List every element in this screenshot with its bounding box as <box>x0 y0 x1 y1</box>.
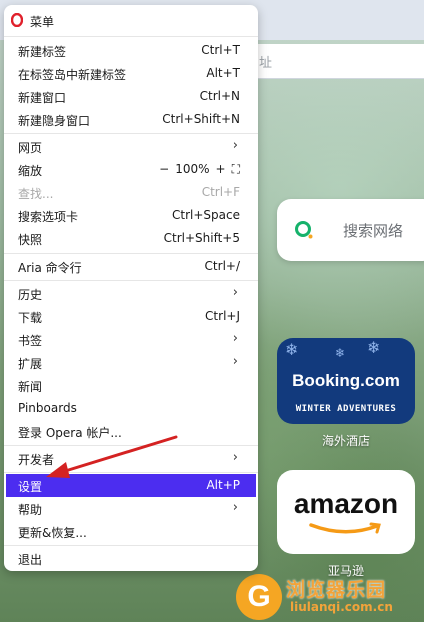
menu-item-label: 快照 <box>18 233 43 247</box>
menu-item-help[interactable]: 帮助 › <box>4 497 258 520</box>
zoom-out-button[interactable]: − <box>159 162 169 177</box>
menu-item-find: 查找... Ctrl+F <box>4 181 258 204</box>
menu-item-label: 新闻 <box>18 380 43 394</box>
menu-item-label: 查找... <box>18 187 54 201</box>
chevron-right-icon: › <box>232 331 238 346</box>
menu-item-label: 开发者 <box>18 453 55 467</box>
menu-item-news[interactable]: 新闻 <box>4 374 258 397</box>
menu-item-shortcut: Ctrl+Shift+5 <box>163 231 240 245</box>
menu-item-label: 在标签岛中新建标签 <box>18 68 127 82</box>
tile-subtitle: WINTER ADVENTURES <box>295 404 397 414</box>
chevron-right-icon: › <box>232 285 238 300</box>
menu-item-search-tabs[interactable]: 搜索选项卡 Ctrl+Space <box>4 204 258 227</box>
snowflake-icon: ❄ <box>335 346 346 360</box>
address-placeholder-tail: 址 <box>259 56 273 71</box>
search-placeholder: 搜索网络 <box>343 222 404 240</box>
menu-item-shortcut: Ctrl+T <box>201 43 240 57</box>
menu-item-label: Pinboards <box>18 401 77 415</box>
menu-item-label: 搜索选项卡 <box>18 210 79 224</box>
snowflake-icon: ❄ <box>285 340 299 359</box>
menu-divider <box>4 472 258 473</box>
menu-title: 菜单 <box>30 15 55 29</box>
search-icon <box>295 221 313 239</box>
menu-divider <box>4 445 258 446</box>
menu-item-label: 设置 <box>18 480 43 494</box>
menu-item-new-private-window[interactable]: 新建隐身窗口 Ctrl+Shift+N <box>4 108 258 131</box>
menu-item-aria-command-line[interactable]: Aria 命令行 Ctrl+/ <box>4 255 258 278</box>
menu-item-new-window[interactable]: 新建窗口 Ctrl+N <box>4 85 258 108</box>
menu-item-label: 更新&恢复... <box>18 526 87 540</box>
menu-item-zoom: 缩放 − 100% + ⛶ <box>4 158 258 181</box>
menu-item-label: 新建标签 <box>18 45 67 59</box>
chevron-right-icon: › <box>232 354 238 369</box>
watermark-title: 浏览器乐园 <box>286 579 387 601</box>
menu-item-shortcut: Ctrl+J <box>205 309 240 323</box>
watermark-logo-icon: G <box>236 574 282 620</box>
menu-item-label: 网页 <box>18 141 43 155</box>
menu-item-new-tab[interactable]: 新建标签 Ctrl+T <box>4 39 258 62</box>
speed-dial-tile-booking[interactable]: ❄ ❄ ❄ Booking.com WINTER ADVENTURES <box>277 338 415 424</box>
menu-divider <box>4 280 258 281</box>
menu-divider <box>4 36 258 37</box>
zoom-in-button[interactable]: + <box>216 162 226 177</box>
amazon-smile-icon <box>309 522 381 534</box>
tile-title: amazon <box>293 488 399 519</box>
menu-item-shortcut: Ctrl+Shift+N <box>162 112 240 126</box>
menu-item-history[interactable]: 历史 › <box>4 282 258 305</box>
menu-item-label: 新建隐身窗口 <box>18 114 91 128</box>
snowflake-icon: ❄ <box>367 338 381 357</box>
menu-item-shortcut: Ctrl+F <box>201 185 240 199</box>
menu-divider <box>4 253 258 254</box>
menu-item-label: 缩放 <box>18 164 43 178</box>
zoom-level: 100% <box>175 162 210 176</box>
menu-header: 菜单 <box>4 5 258 35</box>
menu-item-label: 登录 Opera 帐户... <box>18 426 122 440</box>
menu-item-page[interactable]: 网页 › <box>4 135 258 158</box>
main-menu: 菜单 新建标签 Ctrl+T 在标签岛中新建标签 Alt+T 新建窗口 Ctrl… <box>4 5 258 571</box>
menu-divider <box>4 545 258 546</box>
watermark: G 浏览器乐园 liulanqi.com.cn <box>236 574 422 620</box>
tile-caption: 海外酒店 <box>321 434 370 448</box>
menu-item-sign-in-opera-account[interactable]: 登录 Opera 帐户... <box>4 420 258 443</box>
menu-item-label: Aria 命令行 <box>18 261 82 275</box>
menu-item-label: 帮助 <box>18 503 43 517</box>
watermark-url: liulanqi.com.cn <box>290 600 393 614</box>
zoom-controls: − 100% + ⛶ <box>159 162 240 177</box>
chevron-right-icon: › <box>232 138 238 153</box>
chevron-right-icon: › <box>232 500 238 515</box>
menu-item-shortcut: Ctrl+/ <box>204 259 240 273</box>
menu-item-label: 历史 <box>18 288 43 302</box>
menu-item-label: 书签 <box>18 334 43 348</box>
menu-item-label: 新建窗口 <box>18 91 67 105</box>
menu-item-pinboards[interactable]: Pinboards <box>4 397 258 420</box>
menu-item-exit[interactable]: 退出 <box>4 547 258 570</box>
menu-item-label: 扩展 <box>18 357 43 371</box>
menu-item-shortcut: Alt+T <box>206 66 240 80</box>
menu-item-new-tab-in-island[interactable]: 在标签岛中新建标签 Alt+T <box>4 62 258 85</box>
fullscreen-icon[interactable]: ⛶ <box>232 162 240 177</box>
menu-item-bookmarks[interactable]: 书签 › <box>4 328 258 351</box>
menu-item-extensions[interactable]: 扩展 › <box>4 351 258 374</box>
menu-item-downloads[interactable]: 下载 Ctrl+J <box>4 305 258 328</box>
chevron-right-icon: › <box>232 450 238 465</box>
menu-divider <box>4 133 258 134</box>
menu-item-shortcut: Alt+P <box>206 478 240 492</box>
menu-item-settings[interactable]: 设置 Alt+P <box>6 474 256 497</box>
menu-item-shortcut: Ctrl+N <box>199 89 240 103</box>
menu-item-shortcut: Ctrl+Space <box>172 208 240 222</box>
speed-dial-tile-amazon[interactable]: amazon <box>277 470 415 554</box>
speed-dial-search-box[interactable]: 搜索网络 <box>277 199 424 261</box>
menu-item-snapshot[interactable]: 快照 Ctrl+Shift+5 <box>4 227 258 250</box>
menu-item-label: 下载 <box>18 311 43 325</box>
menu-item-update-recovery[interactable]: 更新&恢复... <box>4 520 258 543</box>
menu-item-developer[interactable]: 开发者 › <box>4 447 258 470</box>
menu-item-label: 退出 <box>18 553 43 567</box>
address-bar[interactable] <box>250 44 424 79</box>
opera-logo-icon <box>11 13 23 27</box>
tile-title: Booking.com <box>292 371 400 390</box>
